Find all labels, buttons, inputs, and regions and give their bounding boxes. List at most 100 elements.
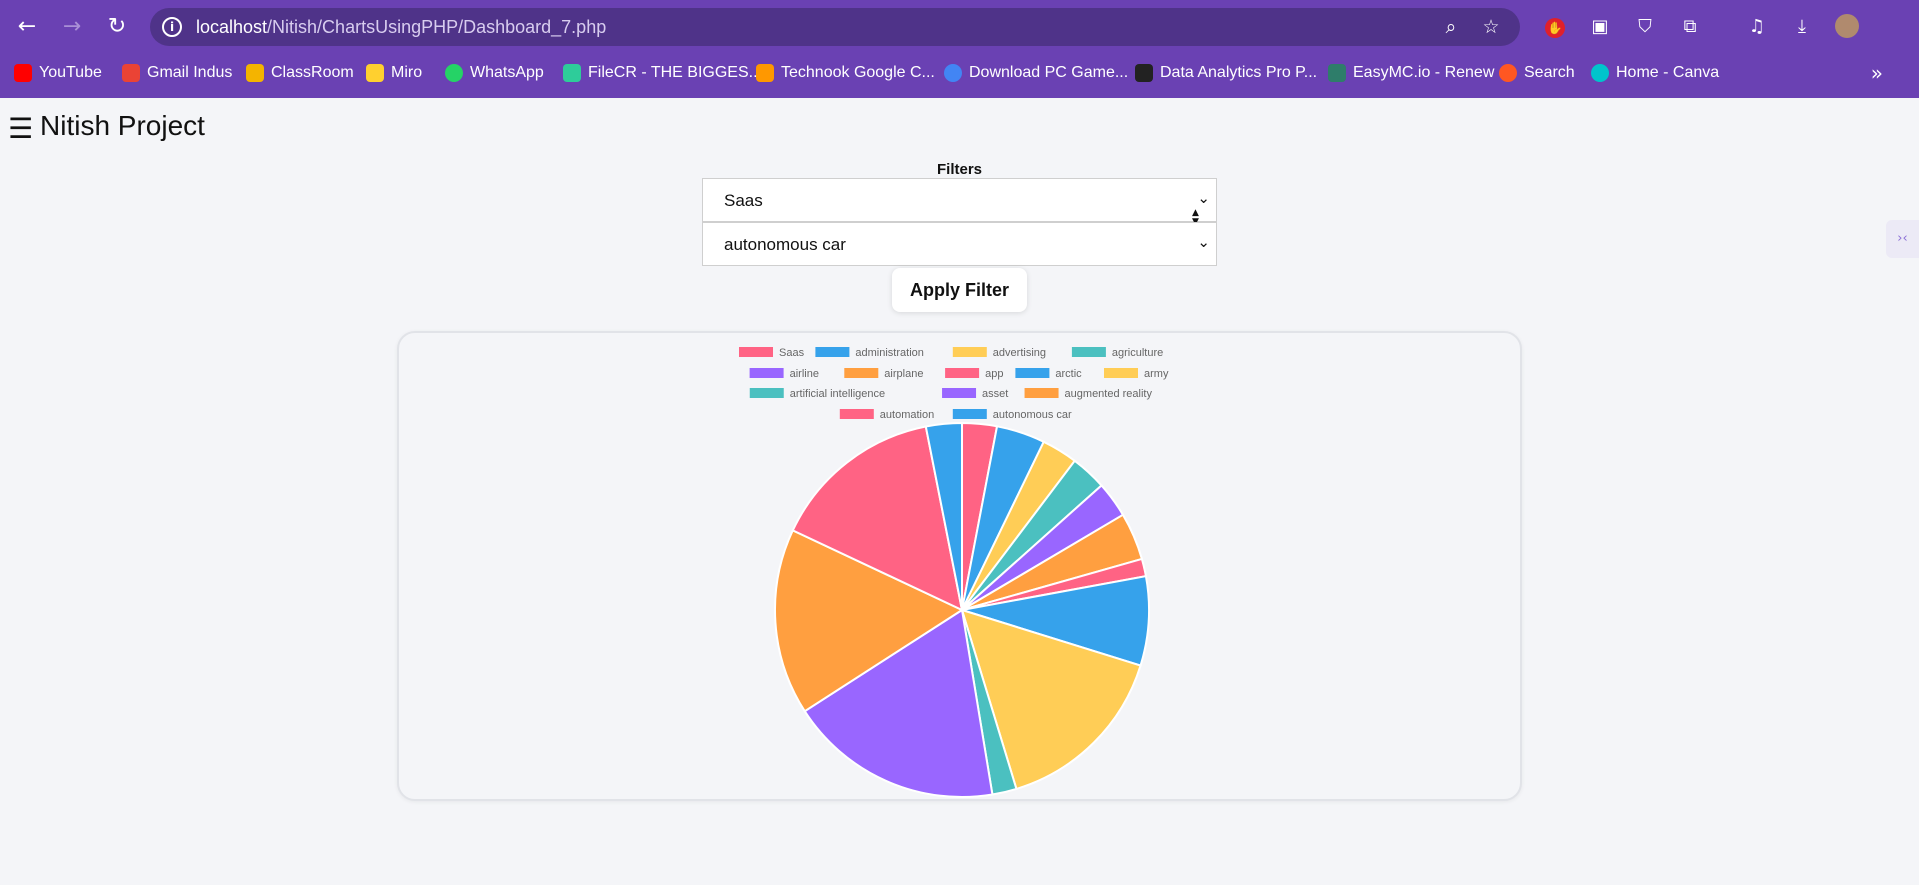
bookmark-search[interactable]: Search (1499, 62, 1575, 84)
url-host: localhost (196, 17, 268, 37)
legend-item[interactable]: advertising (952, 347, 1046, 359)
download-icon[interactable]: ⤓ (1789, 14, 1815, 40)
browser-toolbar: ← → ↻ i localhost/Nitish/ChartsUsingPHP/… (0, 0, 1919, 98)
bookmark-canva[interactable]: Home - Canva (1591, 62, 1719, 84)
youtube-icon (14, 64, 32, 82)
bookmark-classroom[interactable]: ClassRoom (246, 62, 354, 84)
legend-swatch (952, 347, 987, 357)
legend-item[interactable]: army (1104, 368, 1169, 380)
legend-swatch (1071, 347, 1106, 357)
address-url[interactable]: localhost/Nitish/ChartsUsingPHP/Dashboar… (196, 17, 606, 38)
legend-swatch (749, 368, 784, 378)
address-bar[interactable]: i localhost/Nitish/ChartsUsingPHP/Dashbo… (150, 8, 1520, 46)
legend-label: airline (790, 368, 819, 380)
bookmark-youtube[interactable]: YouTube (14, 62, 102, 84)
legend-swatch (942, 388, 977, 398)
bookmark-label: Download PC Game... (969, 64, 1129, 81)
legend-swatch (739, 347, 773, 357)
legend-item[interactable]: app (945, 368, 1003, 380)
legend-label: asset (982, 388, 1008, 400)
bookmark-label: EasyMC.io - Renew (1353, 64, 1495, 81)
bookmark-label: Search (1524, 64, 1575, 81)
profile-avatar[interactable] (1834, 14, 1860, 40)
reload-icon[interactable]: ↻ (102, 12, 132, 42)
legend-label: artificial intelligence (790, 388, 885, 400)
bookmark-label: Technook Google C... (781, 64, 935, 81)
bookmark-download-pc[interactable]: Download PC Game... (944, 62, 1128, 84)
filter-select-secondary[interactable]: autonomous car ⌄ (702, 222, 1217, 266)
back-icon[interactable]: ← (12, 12, 42, 42)
bookmarks-bar: YouTube Gmail Indus ClassRoom Miro Whats… (0, 58, 1919, 88)
legend-swatch (945, 368, 980, 378)
legend-label: administration (855, 347, 923, 359)
legend-label: army (1144, 368, 1169, 380)
bookmark-filecr[interactable]: FileCR - THE BIGGES... (563, 62, 762, 84)
bookmark-miro[interactable]: Miro (366, 62, 422, 84)
easymc-icon (1328, 64, 1346, 82)
legend-item[interactable]: artificial intelligence (749, 388, 885, 400)
bookmark-label: FileCR - THE BIGGES... (588, 64, 762, 81)
legend-swatch (844, 368, 879, 378)
legend-item[interactable]: asset (942, 388, 1008, 400)
extensions-puzzle-icon[interactable]: ⧉ (1677, 14, 1703, 40)
legend-label: arctic (1055, 368, 1082, 380)
menu-icon[interactable]: ☰ (8, 112, 33, 145)
filter-select-primary[interactable]: Saas ⌄ (702, 178, 1217, 222)
bookmark-star-icon[interactable]: ☆ (1478, 14, 1504, 40)
shield-extension-icon[interactable]: ⛉ (1632, 14, 1658, 40)
legend-label: airplane (884, 368, 923, 380)
legend-item[interactable]: airline (749, 368, 819, 380)
bookmark-label: Miro (391, 64, 423, 81)
legend-swatch (952, 409, 987, 419)
search-engine-icon (1499, 64, 1517, 82)
bookmark-label: Data Analytics Pro P... (1160, 64, 1318, 81)
legend-item[interactable]: automation (839, 409, 934, 421)
filter-select-secondary-value: autonomous car (724, 235, 846, 254)
chevron-down-icon: ⌄ (1197, 189, 1210, 207)
legend-item[interactable]: airplane (844, 368, 923, 380)
legend-swatch (749, 388, 784, 398)
bookmark-whatsapp[interactable]: WhatsApp (445, 62, 544, 84)
bookmark-label: YouTube (39, 64, 102, 81)
miro-icon (366, 64, 384, 82)
legend-label: app (985, 368, 1003, 380)
filters-label: Filters (936, 161, 982, 178)
more-bookmarks-icon[interactable]: » (1871, 61, 1883, 85)
canva-icon (1591, 64, 1609, 82)
bookmark-easymc[interactable]: EasyMC.io - Renew (1328, 62, 1494, 84)
pie-chart: Saas administration advertising agriculture… (739, 347, 1169, 798)
zoom-icon[interactable]: ⌕ (1438, 14, 1464, 40)
legend-label: automation (880, 409, 934, 421)
chevron-down-icon: ⌄ (1197, 233, 1210, 251)
legend-item[interactable]: arctic (1015, 368, 1082, 380)
legend-swatch (1015, 368, 1050, 378)
filter-select-primary-value: Saas (724, 191, 763, 210)
filecr-icon (563, 64, 581, 82)
legend-item[interactable]: agriculture (1071, 347, 1163, 359)
bookmark-technook[interactable]: Technook Google C... (756, 62, 935, 84)
bookmark-gmail[interactable]: Gmail Indus (122, 62, 232, 84)
bookmark-data-analytics[interactable]: Data Analytics Pro P... (1135, 62, 1317, 84)
legend-swatch (815, 347, 850, 357)
bookmark-label: ClassRoom (271, 64, 354, 81)
apply-filter-button[interactable]: Apply Filter (892, 268, 1027, 312)
adblock-extension-icon[interactable]: ✋ (1542, 14, 1568, 40)
bookmark-label: Home - Canva (1616, 64, 1720, 81)
chart-card: Saas administration advertising agriculture… (397, 331, 1522, 801)
legend-item[interactable]: Saas (739, 347, 805, 359)
legend-item[interactable]: autonomous car (952, 409, 1072, 421)
forward-icon[interactable]: → (57, 12, 87, 42)
legend-item[interactable]: augmented reality (1024, 388, 1153, 400)
google-icon (944, 64, 962, 82)
page-title: Nitish Project (40, 110, 205, 141)
media-control-icon[interactable]: ♫ (1744, 14, 1770, 40)
picture-in-picture-icon[interactable]: ▣ (1587, 14, 1613, 40)
site-info-icon[interactable]: i (162, 17, 182, 37)
legend-swatch (1024, 388, 1059, 398)
legend-label: agriculture (1112, 347, 1163, 359)
bookmark-label: Gmail Indus (147, 64, 233, 81)
side-panel-toggle-icon[interactable]: ›‹ (1886, 220, 1919, 258)
legend-item[interactable]: administration (815, 347, 924, 359)
legend-label: advertising (993, 347, 1046, 359)
legend-label: autonomous car (993, 409, 1072, 421)
